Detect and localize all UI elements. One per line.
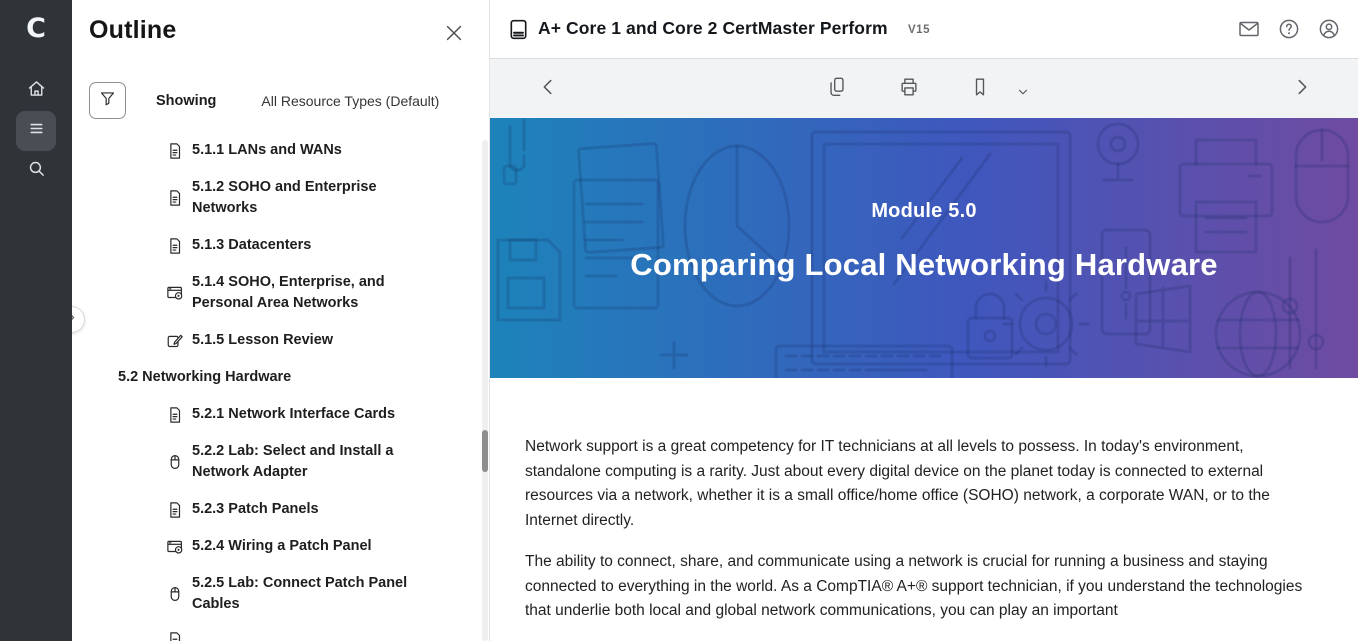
comptia-logo[interactable]: C — [0, 8, 72, 48]
main-content: A+ Core 1 and Core 2 CertMaster Perform … — [490, 0, 1358, 641]
module-banner: Module 5.0 Comparing Local Networking Ha… — [490, 118, 1358, 378]
outline-item[interactable]: 5.1.3 Datacenters — [72, 235, 489, 256]
copy-button[interactable] — [825, 77, 849, 101]
outline-item-label: 5.1.2 SOHO and Enterprise Networks — [192, 177, 436, 219]
document-icon — [166, 142, 184, 160]
outline-item-label: 5.2.3 Patch Panels — [192, 499, 319, 520]
outline-item[interactable]: 5.2.4 Wiring a Patch Panel — [72, 536, 489, 557]
lesson-body: Network support is a great competency fo… — [490, 378, 1358, 641]
outline-menu-button[interactable] — [16, 111, 56, 151]
document-icon — [166, 237, 184, 255]
lesson-paragraph: Network support is a great competency fo… — [525, 435, 1311, 533]
outline-item[interactable]: 5.1.5 Lesson Review — [72, 330, 489, 351]
help-icon — [1277, 28, 1301, 45]
outline-scrollbar-thumb[interactable] — [482, 430, 488, 472]
filter-button[interactable] — [89, 82, 126, 119]
bookmark-menu-button[interactable] — [1011, 82, 1035, 106]
outline-item[interactable]: 5.2.1 Network Interface Cards — [72, 404, 489, 425]
lesson-paragraph: The ability to connect, share, and commu… — [525, 550, 1311, 624]
edit-icon — [166, 332, 184, 350]
menu-icon — [26, 118, 47, 144]
course-title: A+ Core 1 and Core 2 CertMaster Perform — [538, 18, 888, 39]
filter-showing-label: Showing — [156, 93, 216, 109]
document-icon — [166, 631, 184, 641]
copy-icon — [826, 76, 848, 103]
search-button[interactable] — [16, 151, 56, 191]
reader-toolbar — [490, 59, 1358, 118]
outline-item[interactable]: 5.1.1 LANs and WANs — [72, 140, 489, 161]
course-book-icon — [507, 18, 530, 41]
outline-section[interactable]: 5.2 Networking Hardware — [72, 367, 489, 388]
home-button[interactable] — [16, 71, 56, 111]
resource-filter-row: Showing All Resource Types (Default) — [89, 82, 439, 119]
outline-item-label: 5.1.3 Datacenters — [192, 235, 311, 256]
outline-title: Outline — [89, 16, 177, 45]
outline-item-label: 5.1.1 LANs and WANs — [192, 140, 342, 161]
mouse-icon — [166, 453, 184, 471]
document-icon — [166, 501, 184, 519]
module-number: Module 5.0 — [871, 200, 976, 223]
outline-item-label: 5.2.2 Lab: Select and Install a Network … — [192, 441, 436, 483]
outline-item-label: 5.2.5 Lab: Connect Patch Panel Cables — [192, 573, 436, 615]
help-button[interactable] — [1277, 17, 1303, 43]
chevron-right-icon — [1291, 76, 1313, 103]
print-button[interactable] — [897, 77, 921, 101]
search-icon — [26, 158, 47, 184]
outline-item-label: 5.1.4 SOHO, Enterprise, and Personal Are… — [192, 272, 436, 314]
close-icon — [443, 31, 465, 48]
outline-item[interactable]: 5.1.2 SOHO and Enterprise Networks — [72, 177, 489, 219]
document-icon — [166, 406, 184, 424]
module-title: Comparing Local Networking Hardware — [630, 247, 1218, 283]
bookmark-button[interactable] — [968, 77, 992, 101]
close-outline-button[interactable] — [443, 22, 467, 46]
home-icon — [26, 78, 47, 104]
outline-panel: Outline Showing All Resource Types (Defa… — [72, 0, 490, 641]
mail-icon — [1237, 28, 1261, 45]
bookmark-icon — [969, 76, 991, 103]
next-page-button[interactable] — [1290, 77, 1314, 101]
document-icon — [166, 189, 184, 207]
messages-button[interactable] — [1237, 17, 1263, 43]
outline-item-label: 5.1.5 Lesson Review — [192, 330, 333, 351]
course-version-badge: V15 — [908, 24, 930, 36]
previous-page-button[interactable] — [536, 77, 560, 101]
outline-item-label: 5.2.4 Wiring a Patch Panel — [192, 536, 372, 557]
outline-item[interactable]: 5.1.4 SOHO, Enterprise, and Personal Are… — [72, 272, 489, 314]
outline-item[interactable] — [72, 631, 489, 641]
outline-item[interactable]: 5.2.2 Lab: Select and Install a Network … — [72, 441, 489, 483]
outline-item-label: 5.2.1 Network Interface Cards — [192, 404, 395, 425]
chevron-left-icon — [537, 76, 559, 103]
chevron-down-icon — [1016, 85, 1030, 104]
video-icon — [166, 538, 184, 556]
app-rail: C — [0, 0, 72, 641]
account-icon — [1317, 28, 1341, 45]
print-icon — [898, 76, 920, 103]
account-button[interactable] — [1317, 17, 1343, 43]
outline-item-label: 5.2 Networking Hardware — [118, 367, 291, 388]
outline-item[interactable]: 5.2.3 Patch Panels — [72, 499, 489, 520]
outline-item[interactable]: 5.2.5 Lab: Connect Patch Panel Cables — [72, 573, 489, 615]
mouse-icon — [166, 585, 184, 603]
outline-scrollbar-track[interactable] — [482, 140, 488, 641]
filter-current-value: All Resource Types (Default) — [261, 93, 439, 109]
filter-funnel-icon — [98, 89, 117, 113]
course-header: A+ Core 1 and Core 2 CertMaster Perform … — [490, 0, 1358, 59]
outline-list: 5.1.1 LANs and WANs 5.1.2 SOHO and Enterp… — [72, 140, 489, 641]
video-icon — [166, 284, 184, 302]
